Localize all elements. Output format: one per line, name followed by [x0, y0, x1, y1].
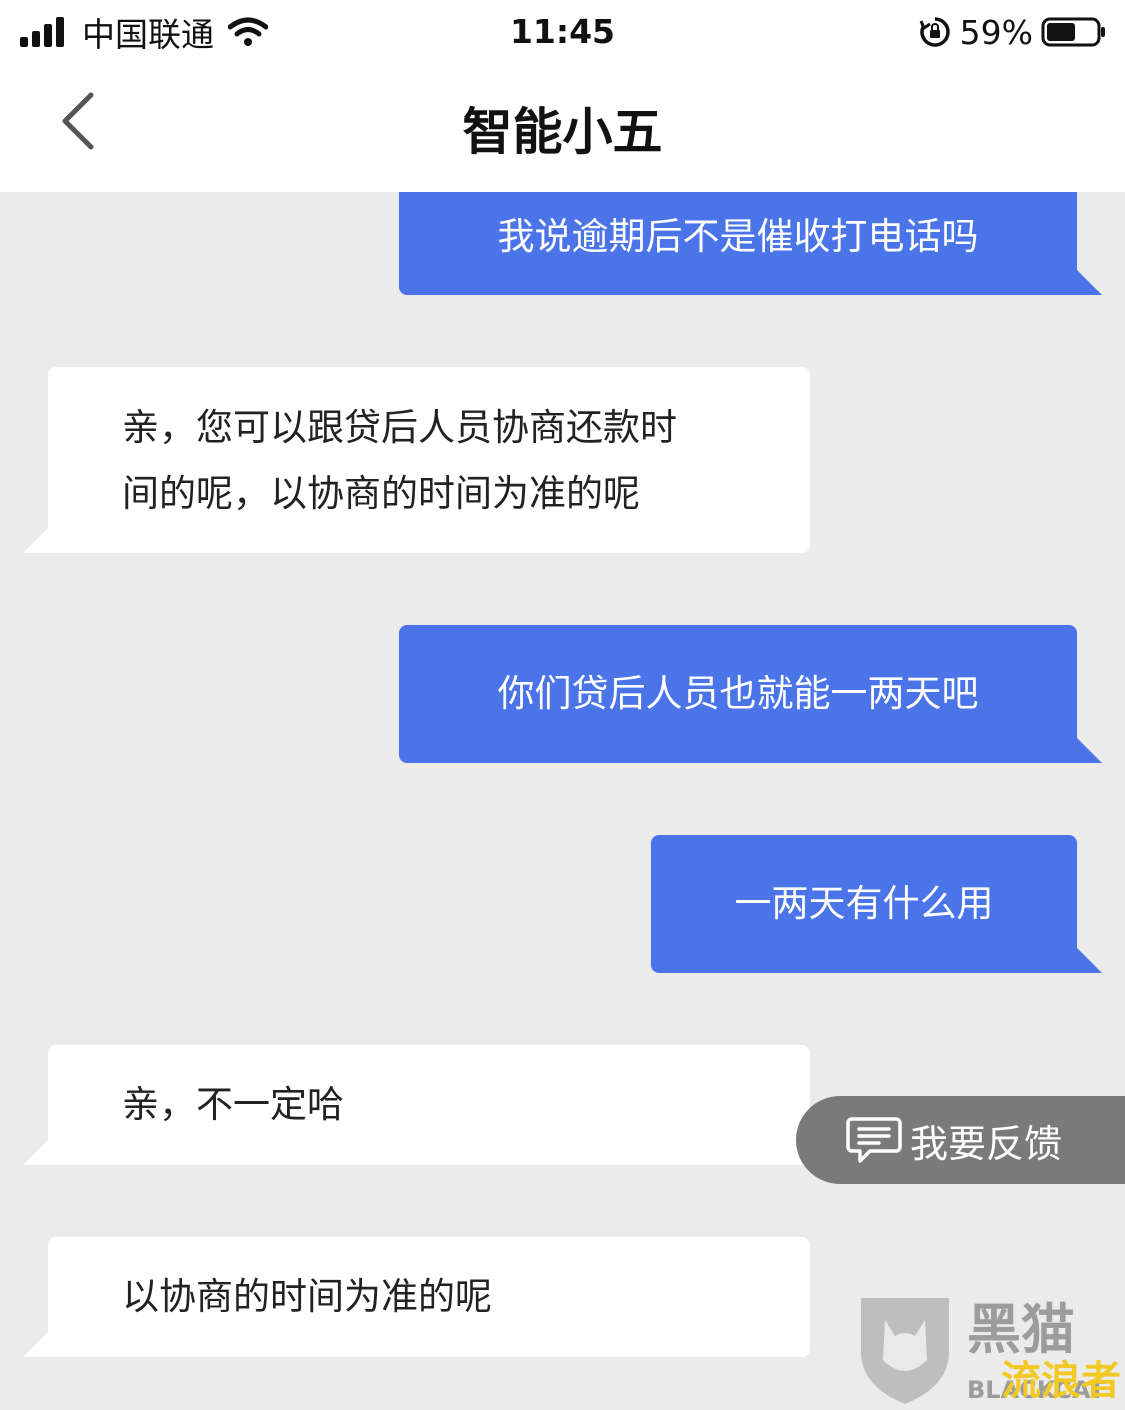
message-bubble-bot: 以协商的时间为准的呢: [23, 1237, 810, 1357]
message-bubble-user: 一两天有什么用: [651, 835, 1102, 973]
message-text: 我说逾期后不是催收打电话吗: [497, 215, 979, 258]
cat-shield-logo-icon: 黑猫 BLACKCAT 流浪者: [861, 1298, 1121, 1404]
chat-area[interactable]: 我说逾期后不是催收打电话吗 亲，您可以跟贷后人员协商还款时 间的呢，以协商的时间…: [0, 192, 1125, 1406]
message-line: 亲，您可以跟贷后人员协商还款时: [122, 406, 677, 449]
message-line: 间的呢，以协商的时间为准的呢: [122, 472, 640, 515]
message-line: 以协商的时间为准的呢: [122, 1275, 492, 1318]
message-bubble-user: 我说逾期后不是催收打电话吗: [399, 192, 1102, 295]
watermark-brand: 黑猫: [967, 1298, 1075, 1361]
message-bubble-user: 你们贷后人员也就能一两天吧: [399, 625, 1102, 763]
page-title: 智能小五: [462, 103, 663, 161]
message-square-icon: [846, 1117, 902, 1163]
rotation-lock-icon: [919, 17, 950, 47]
wifi-icon: [228, 17, 268, 46]
status-left: 中国联通: [20, 12, 268, 54]
message-text: 你们贷后人员也就能一两天吧: [497, 672, 979, 715]
status-bar: 中国联通 11:45 59%: [0, 0, 1125, 62]
carrier-name: 中国联通: [82, 15, 214, 54]
message-text: 一两天有什么用: [734, 882, 994, 925]
chevron-left-icon: [62, 92, 94, 150]
status-right: 59%: [918, 12, 1107, 52]
battery-percent: 59%: [959, 12, 1033, 52]
watermark: 黑猫 BLACKCAT 流浪者: [855, 1290, 1125, 1406]
back-button[interactable]: [42, 86, 112, 156]
message-bubble-bot: 亲，不一定哈: [23, 1045, 810, 1165]
signal-bars-icon: [20, 17, 68, 47]
battery-icon: [1041, 17, 1105, 47]
feedback-button[interactable]: 我要反馈: [796, 1096, 1125, 1184]
message-line: 亲，不一定哈: [122, 1083, 344, 1126]
watermark-overlay: 流浪者: [1001, 1358, 1121, 1404]
feedback-label: 我要反馈: [910, 1121, 1063, 1166]
nav-bar: 智能小五: [0, 62, 1125, 192]
message-bubble-bot: 亲，您可以跟贷后人员协商还款时 间的呢，以协商的时间为准的呢: [23, 367, 810, 553]
